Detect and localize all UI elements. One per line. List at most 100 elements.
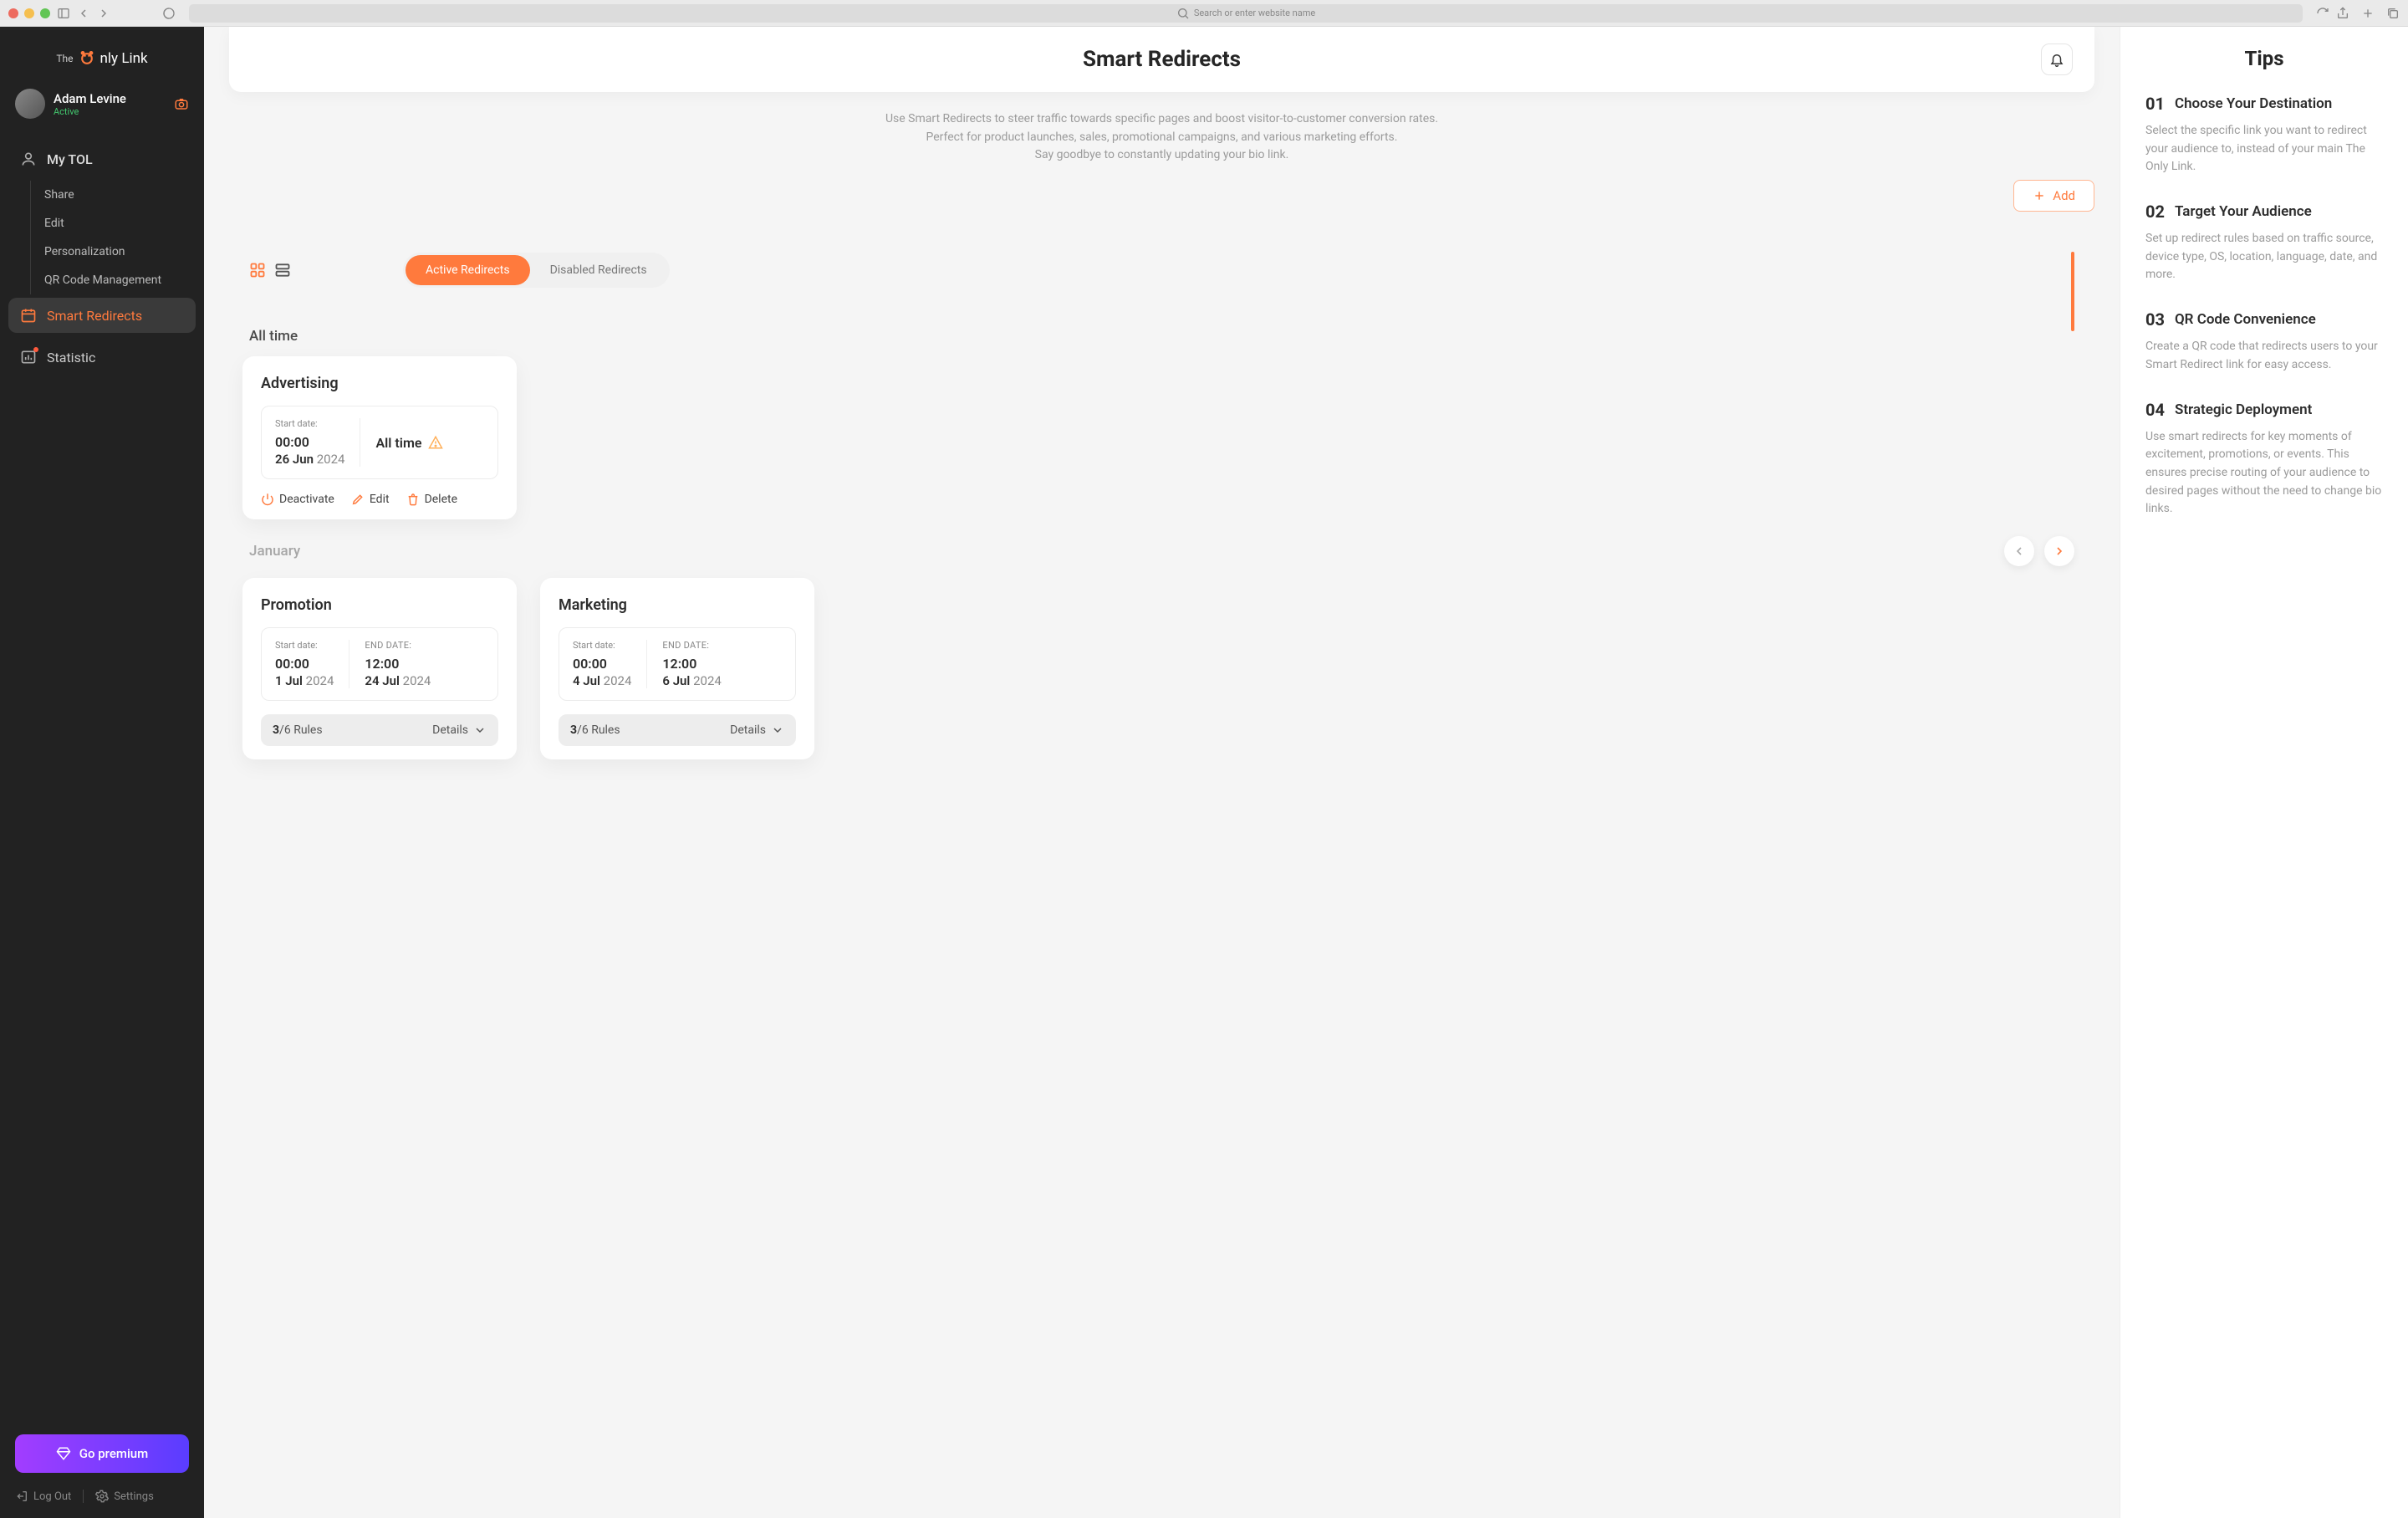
- power-icon: [261, 493, 274, 506]
- go-premium-button[interactable]: Go premium: [15, 1434, 189, 1473]
- details-button[interactable]: Details: [432, 723, 487, 737]
- sidebar-toggle-icon[interactable]: [57, 7, 70, 20]
- sidebar-item-personalization[interactable]: Personalization: [31, 238, 196, 266]
- logout-link[interactable]: Log Out: [15, 1490, 71, 1503]
- page-header: Smart Redirects: [229, 27, 2094, 92]
- sidebar-item-mytol[interactable]: My TOL: [8, 142, 196, 176]
- sidebar-item-smart-redirects[interactable]: Smart Redirects: [8, 298, 196, 333]
- start-time: 00:00: [573, 656, 631, 672]
- tip-item: 01Choose Your Destination Select the spe…: [2145, 94, 2383, 176]
- settings-link[interactable]: Settings: [95, 1490, 153, 1503]
- redirect-card-promotion: Promotion Start date: 00:00 1 Jul 2024 E…: [242, 578, 517, 759]
- sidebar-item-share[interactable]: Share: [31, 181, 196, 209]
- logo-mark-icon: [79, 50, 95, 67]
- delete-button[interactable]: Delete: [406, 493, 457, 506]
- tip-item: 04Strategic Deployment Use smart redirec…: [2145, 400, 2383, 519]
- tip-number: 04: [2145, 400, 2165, 420]
- start-time: 00:00: [275, 656, 334, 672]
- tip-item: 03QR Code Convenience Create a QR code t…: [2145, 309, 2383, 374]
- notifications-button[interactable]: [2041, 43, 2073, 75]
- reload-icon[interactable]: [2316, 7, 2329, 20]
- card-title: Marketing: [559, 596, 796, 614]
- action-label: Delete: [425, 493, 457, 506]
- sidebar-item-edit[interactable]: Edit: [31, 209, 196, 238]
- user-icon: [20, 151, 37, 167]
- details-button[interactable]: Details: [730, 723, 784, 737]
- start-time: 00:00: [275, 434, 344, 450]
- tip-heading: Target Your Audience: [2175, 203, 2312, 220]
- new-tab-icon[interactable]: [2361, 7, 2375, 20]
- edit-button[interactable]: Edit: [351, 493, 390, 506]
- camera-icon[interactable]: [174, 96, 189, 111]
- link-label: Settings: [114, 1490, 153, 1503]
- divider: [646, 640, 647, 688]
- redirect-card-marketing: Marketing Start date: 00:00 4 Jul 2024 E…: [540, 578, 814, 759]
- add-button[interactable]: Add: [2013, 180, 2094, 212]
- address-placeholder: Search or enter website name: [1194, 8, 1315, 18]
- tip-heading: QR Code Convenience: [2175, 311, 2316, 328]
- end-time: 12:00: [365, 656, 431, 672]
- prev-month-button[interactable]: [2004, 536, 2034, 566]
- pencil-icon: [351, 493, 365, 506]
- page-title: Smart Redirects: [1083, 47, 1241, 72]
- bell-icon: [2049, 52, 2064, 67]
- tab-active-redirects[interactable]: Active Redirects: [406, 255, 530, 285]
- date-box: Start date: 00:00 1 Jul 2024 END DATE: 1…: [261, 627, 498, 701]
- intro-line: Perfect for product launches, sales, pro…: [229, 129, 2094, 147]
- logo-text-pre: The: [56, 53, 73, 64]
- shield-icon[interactable]: [162, 7, 176, 20]
- profile-block[interactable]: Adam Levine Active: [0, 89, 204, 119]
- chevron-down-icon: [473, 723, 487, 737]
- share-icon[interactable]: [2336, 7, 2349, 20]
- minimize-window-icon[interactable]: [24, 8, 34, 18]
- scroll-indicator[interactable]: [2071, 252, 2074, 331]
- trash-icon: [406, 493, 420, 506]
- list-view-icon[interactable]: [274, 262, 291, 279]
- close-window-icon[interactable]: [8, 8, 18, 18]
- nav-forward-icon[interactable]: [97, 7, 110, 20]
- date-box: Start date: 00:00 26 Jun 2024 All time: [261, 406, 498, 479]
- nav-back-icon[interactable]: [77, 7, 90, 20]
- address-bar[interactable]: Search or enter website name: [189, 4, 2303, 23]
- start-label: Start date:: [573, 640, 631, 651]
- tip-body: Set up redirect rules based on traffic s…: [2145, 230, 2383, 284]
- chevron-left-icon: [2013, 544, 2026, 558]
- chevron-down-icon: [771, 723, 784, 737]
- tip-item: 02 Target Your Audience Set up redirect r…: [2145, 202, 2383, 284]
- tab-disabled-redirects[interactable]: Disabled Redirects: [530, 255, 667, 285]
- section-title-alltime: All time: [249, 328, 2074, 345]
- deactivate-button[interactable]: Deactivate: [261, 493, 334, 506]
- tip-number: 03: [2145, 309, 2165, 330]
- card-title: Advertising: [261, 375, 498, 392]
- tabs-icon[interactable]: [2386, 7, 2400, 20]
- grid-view-icon[interactable]: [249, 262, 266, 279]
- logout-icon: [15, 1490, 28, 1503]
- rules-count: 3/6 Rules: [570, 723, 620, 737]
- gear-icon: [95, 1490, 109, 1503]
- browser-chrome: Search or enter website name: [0, 0, 2408, 27]
- card-title: Promotion: [261, 596, 498, 614]
- tip-number: 02: [2145, 202, 2165, 222]
- traffic-lights: [8, 8, 50, 18]
- tip-body: Use smart redirects for key moments of e…: [2145, 428, 2383, 519]
- date-box: Start date: 00:00 4 Jul 2024 END DATE: 1…: [559, 627, 796, 701]
- next-month-button[interactable]: [2044, 536, 2074, 566]
- tip-heading: Choose Your Destination: [2175, 95, 2332, 112]
- sidebar-item-statistic[interactable]: Statistic: [8, 340, 196, 375]
- end-label: END DATE:: [365, 640, 431, 651]
- sidebar: The nly Link Adam Levine Active My TOL S…: [0, 27, 204, 1518]
- maximize-window-icon[interactable]: [40, 8, 50, 18]
- details-label: Details: [432, 723, 468, 737]
- start-date: 4 Jul 2024: [573, 673, 631, 688]
- sidebar-item-qr[interactable]: QR Code Management: [31, 266, 196, 294]
- main-content: Smart Redirects Use Smart Redirects to s…: [204, 27, 2120, 1518]
- intro-line: Say goodbye to constantly updating your …: [229, 146, 2094, 165]
- diamond-icon: [56, 1446, 71, 1461]
- start-label: Start date:: [275, 418, 344, 429]
- sidebar-item-label: My TOL: [47, 151, 93, 167]
- tips-title: Tips: [2145, 47, 2383, 70]
- warning-icon: [428, 435, 443, 450]
- tip-number: 01: [2145, 94, 2165, 114]
- rules-count: 3/6 Rules: [273, 723, 323, 737]
- action-label: Deactivate: [279, 493, 334, 506]
